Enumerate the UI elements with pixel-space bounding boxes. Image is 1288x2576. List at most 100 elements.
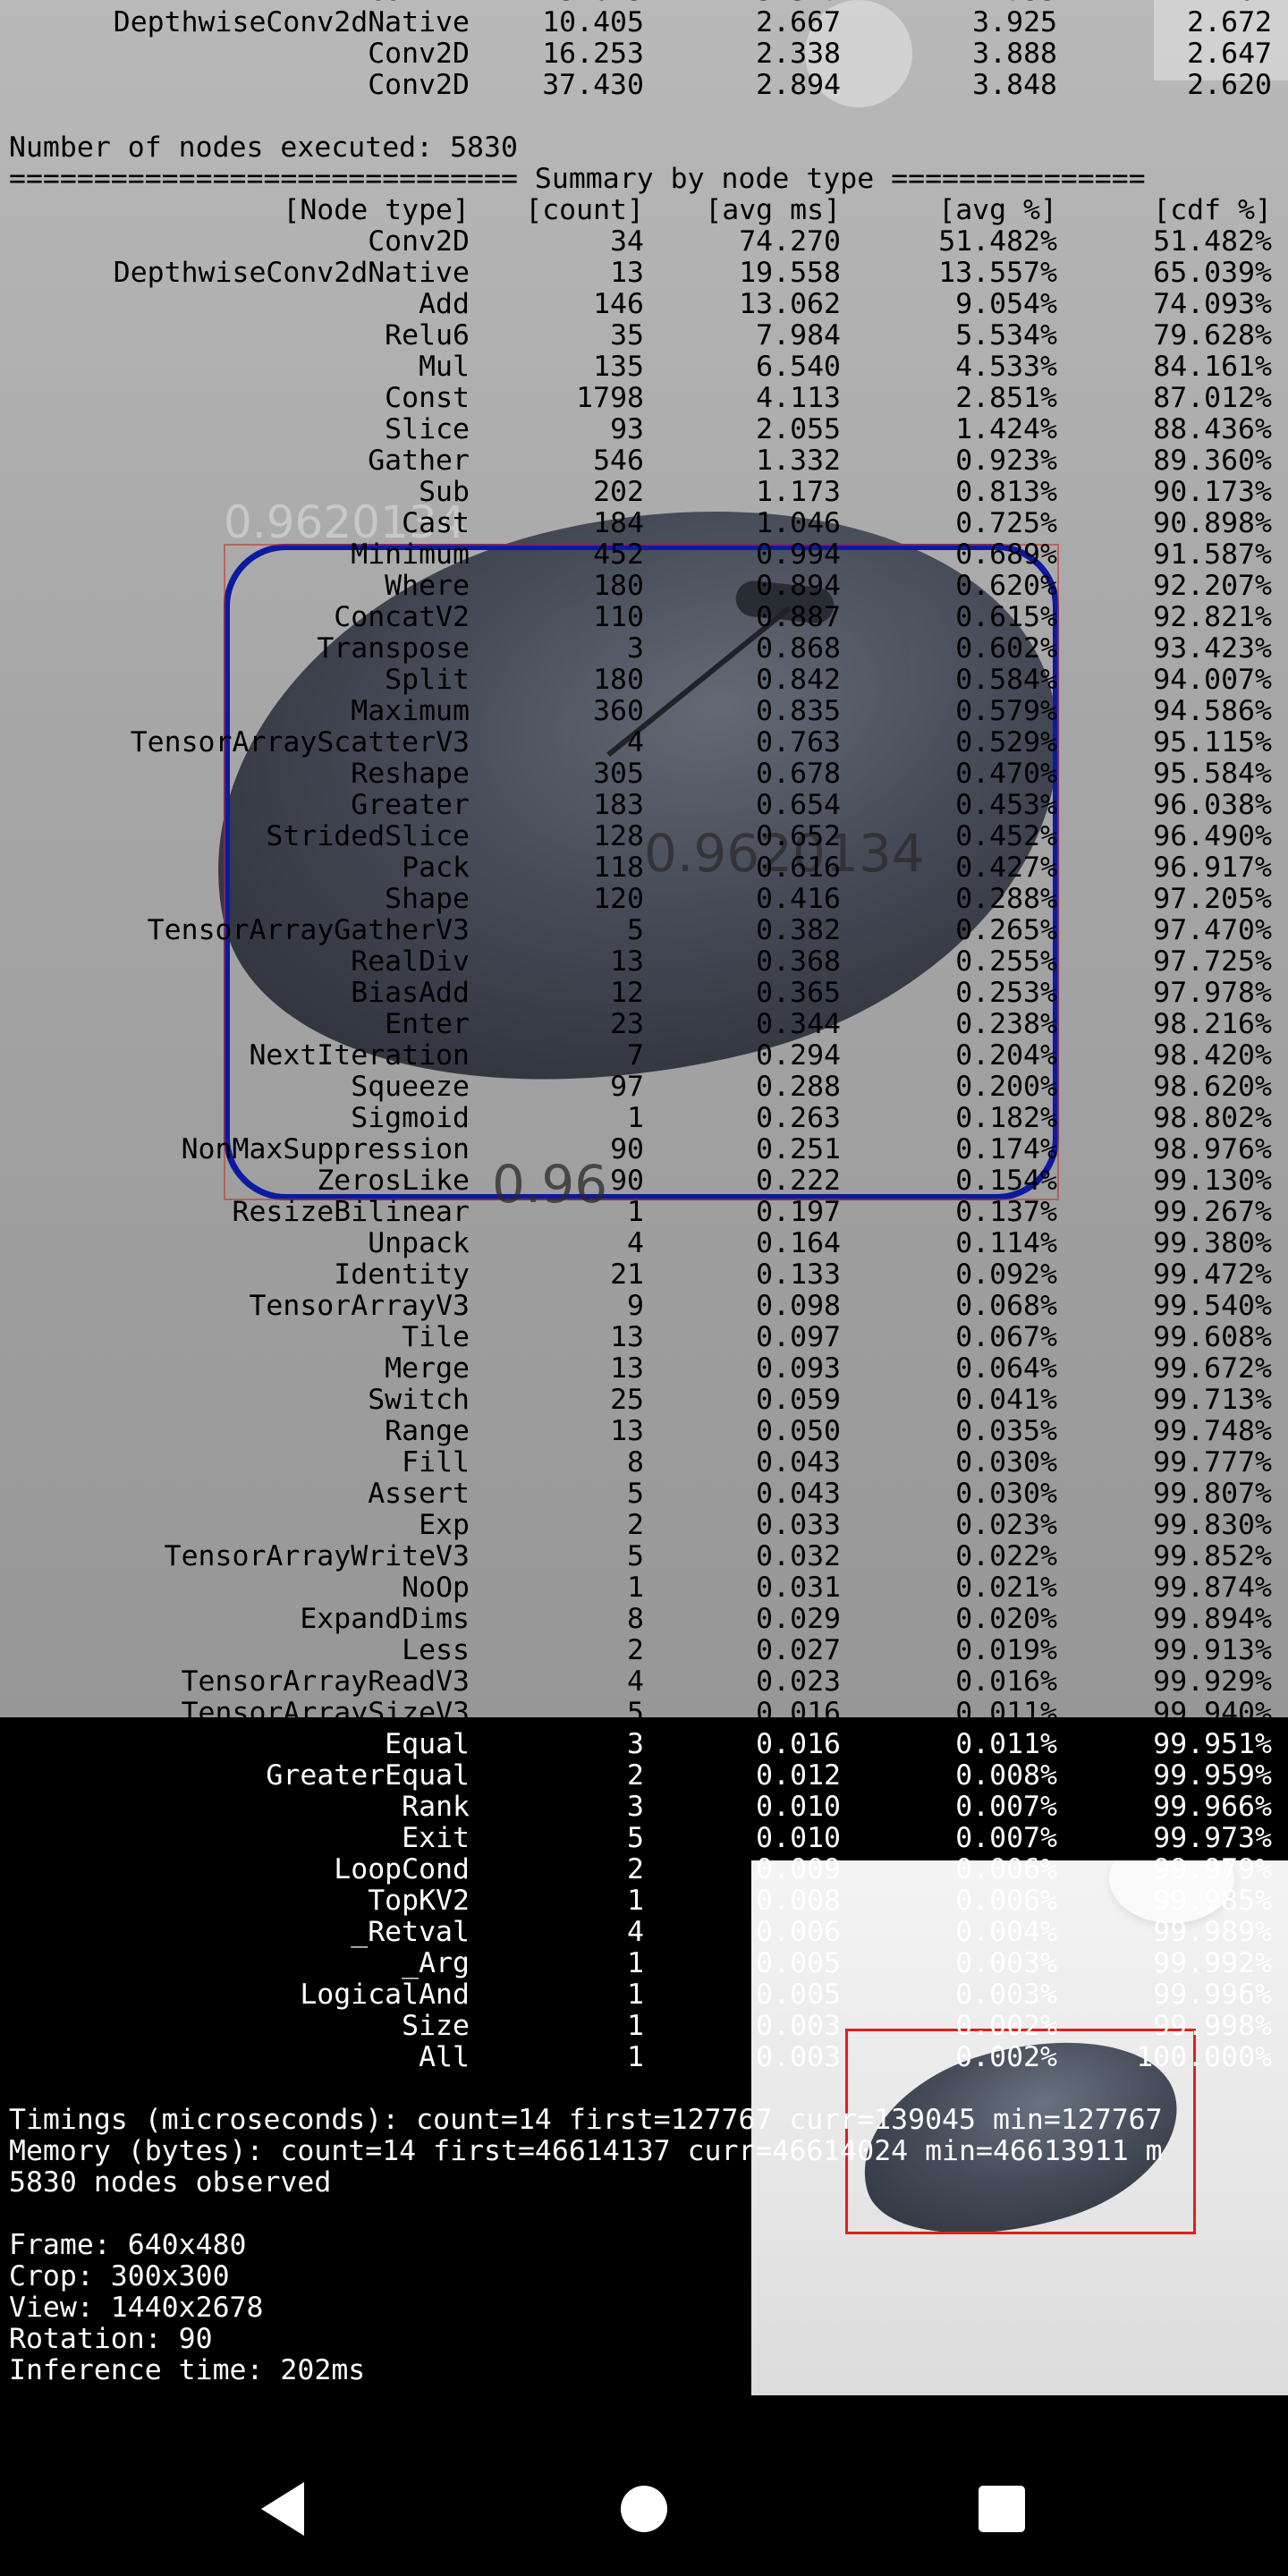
summary-row: TensorArrayGatherV3 5 0.382 0.265% 97.470% [0, 915, 1288, 946]
avg-ms-cell: 19.558 [739, 257, 841, 289]
node-type-cell: TensorArrayV3 [249, 1290, 470, 1322]
avg-ms-cell: 0.003 [756, 2041, 841, 2073]
back-button[interactable] [252, 2475, 320, 2543]
node-type-cell: TensorArrayWriteV3 [164, 1540, 470, 1572]
node-type-cell: Conv2D [368, 225, 470, 258]
timings-line: Timings (microseconds): count=14 first=1… [0, 2105, 1288, 2136]
avg-ms-cell: 0.868 [756, 632, 841, 665]
cdf-pct-cell: 99.913% [1153, 1634, 1272, 1666]
cdf-pct-cell: 100.000% [1136, 2041, 1272, 2073]
cdf-pct-cell: 99.713% [1153, 1384, 1272, 1416]
cdf-pct-cell: 99.380% [1153, 1227, 1272, 1259]
frame-info-line: Inference time: 202ms [0, 2355, 1288, 2386]
node-type-cell: StridedSlice [266, 820, 470, 852]
cdf-pct-cell: 95.584% [1153, 758, 1272, 790]
avg-ms-cell: 0.344 [756, 1008, 841, 1040]
count-cell: 34 [610, 225, 644, 258]
stat-third: 3.888 [972, 38, 1057, 70]
summary-row: Merge 13 0.093 0.064% 99.672% [0, 1353, 1288, 1385]
recents-button[interactable] [968, 2475, 1036, 2543]
count-cell: 1 [627, 1885, 644, 1917]
avg-pct-cell: 0.011% [955, 1697, 1057, 1729]
node-type-cell: Greater [351, 789, 470, 821]
avg-ms-cell: 0.032 [756, 1540, 841, 1572]
node-type-cell: TensorArraySizeV3 [181, 1697, 470, 1729]
inference-time-text: Inference time: 202ms [9, 2354, 366, 2386]
avg-pct-cell: 0.579% [955, 695, 1057, 727]
avg-ms-cell: 0.678 [756, 758, 841, 790]
avg-pct-cell: 0.470% [955, 758, 1057, 790]
stat-second: 2.667 [756, 6, 841, 38]
cdf-pct-cell: 93.423% [1153, 632, 1272, 665]
avg-ms-cell: 0.368 [756, 945, 841, 978]
nodes-observed-text: 5830 nodes observed [9, 2166, 332, 2199]
avg-pct-cell: 0.923% [955, 445, 1057, 477]
avg-ms-cell: 0.016 [756, 1697, 841, 1729]
avg-ms-cell: 13.062 [739, 288, 841, 320]
avg-ms-cell: 0.059 [756, 1384, 841, 1416]
node-type-cell: Exp [419, 1509, 470, 1541]
summary-row: DepthwiseConv2dNative 13 19.558 13.557% 65.0… [0, 258, 1288, 289]
avg-ms-cell: 0.093 [756, 1352, 841, 1385]
avg-pct-cell: 0.016% [955, 1665, 1057, 1698]
summary-row: Split 180 0.842 0.584% 94.007% [0, 665, 1288, 696]
cdf-pct-cell: 99.966% [1153, 1791, 1272, 1823]
count-cell: 5 [627, 914, 644, 946]
summary-row: _Arg 1 0.005 0.003% 99.992% [0, 1948, 1288, 1979]
summary-row: TensorArrayWriteV3 5 0.032 0.022% 99.852% [0, 1541, 1288, 1572]
frame-info-line: Crop: 300x300 [0, 2261, 1288, 2292]
avg-ms-cell: 0.251 [756, 1133, 841, 1165]
cdf-pct-cell: 84.161% [1153, 351, 1272, 383]
avg-pct-cell: 0.253% [955, 977, 1057, 1009]
summary-row: Fill 8 0.043 0.030% 99.777% [0, 1447, 1288, 1479]
avg-pct-cell: 0.035% [955, 1415, 1057, 1447]
cdf-pct-cell: 91.587% [1153, 538, 1272, 571]
system-navigation-bar [0, 2442, 1288, 2576]
summary-row: _Retval 4 0.006 0.004% 99.989% [0, 1917, 1288, 1948]
avg-ms-cell: 0.835 [756, 695, 841, 727]
avg-pct-cell: 5.534% [955, 319, 1057, 352]
cdf-pct-cell: 99.130% [1153, 1165, 1272, 1197]
count-cell: 146 [593, 288, 644, 320]
avg-ms-cell: 0.016 [756, 1728, 841, 1760]
node-type-cell: Maximum [351, 695, 470, 727]
count-cell: 305 [593, 758, 644, 790]
count-cell: 7 [627, 1039, 644, 1072]
memory-text: Memory (bytes): count=14 first=46614137 … [9, 2135, 1163, 2167]
avg-ms-cell: 0.098 [756, 1290, 841, 1322]
cdf-pct-cell: 99.608% [1153, 1321, 1272, 1353]
summary-row: Range 13 0.050 0.035% 99.748% [0, 1416, 1288, 1447]
count-cell: 12 [610, 977, 644, 1009]
count-cell: 120 [593, 883, 644, 915]
avg-pct-cell: 0.204% [955, 1039, 1057, 1072]
node-type-cell: Less [402, 1634, 470, 1666]
summary-row: Squeeze 97 0.288 0.200% 98.620% [0, 1072, 1288, 1103]
avg-ms-cell: 6.540 [756, 351, 841, 383]
node-type-cell: ExpandDims [300, 1603, 470, 1635]
cdf-pct-cell: 99.540% [1153, 1290, 1272, 1322]
header-avg-ms: [avg ms] [705, 194, 841, 226]
node-type-cell: ResizeBilinear [232, 1196, 470, 1228]
cdf-pct-cell: 94.007% [1153, 664, 1272, 696]
summary-row: Conv2D 34 74.270 51.482% 51.482% [0, 226, 1288, 258]
summary-row: NextIteration 7 0.294 0.204% 98.420% [0, 1040, 1288, 1072]
header-cdf-pct: [cdf %] [1153, 194, 1272, 226]
summary-row: StridedSlice 128 0.652 0.452% 96.490% [0, 821, 1288, 852]
avg-ms-cell: 0.043 [756, 1446, 841, 1479]
per-node-stats-row: Conv2D 37.430 2.894 3.848 2.620 [0, 70, 1288, 101]
node-type-cell: Const [385, 382, 470, 414]
avg-pct-cell: 0.020% [955, 1603, 1057, 1635]
avg-ms-cell: 0.222 [756, 1165, 841, 1197]
stat-second: 2.338 [756, 38, 841, 70]
avg-ms-cell: 0.005 [756, 1979, 841, 2011]
avg-pct-cell: 0.006% [955, 1885, 1057, 1917]
summary-row: Mul 135 6.540 4.533% 84.161% [0, 352, 1288, 383]
count-cell: 1 [627, 2010, 644, 2042]
avg-pct-cell: 0.011% [955, 1728, 1057, 1760]
home-circle-icon [621, 2486, 667, 2532]
avg-ms-cell: 0.365 [756, 977, 841, 1009]
node-type-cell: NoOp [402, 1572, 470, 1604]
header-avg-pct: [avg %] [938, 194, 1057, 226]
avg-ms-cell: 0.294 [756, 1039, 841, 1072]
home-button[interactable] [610, 2475, 678, 2543]
